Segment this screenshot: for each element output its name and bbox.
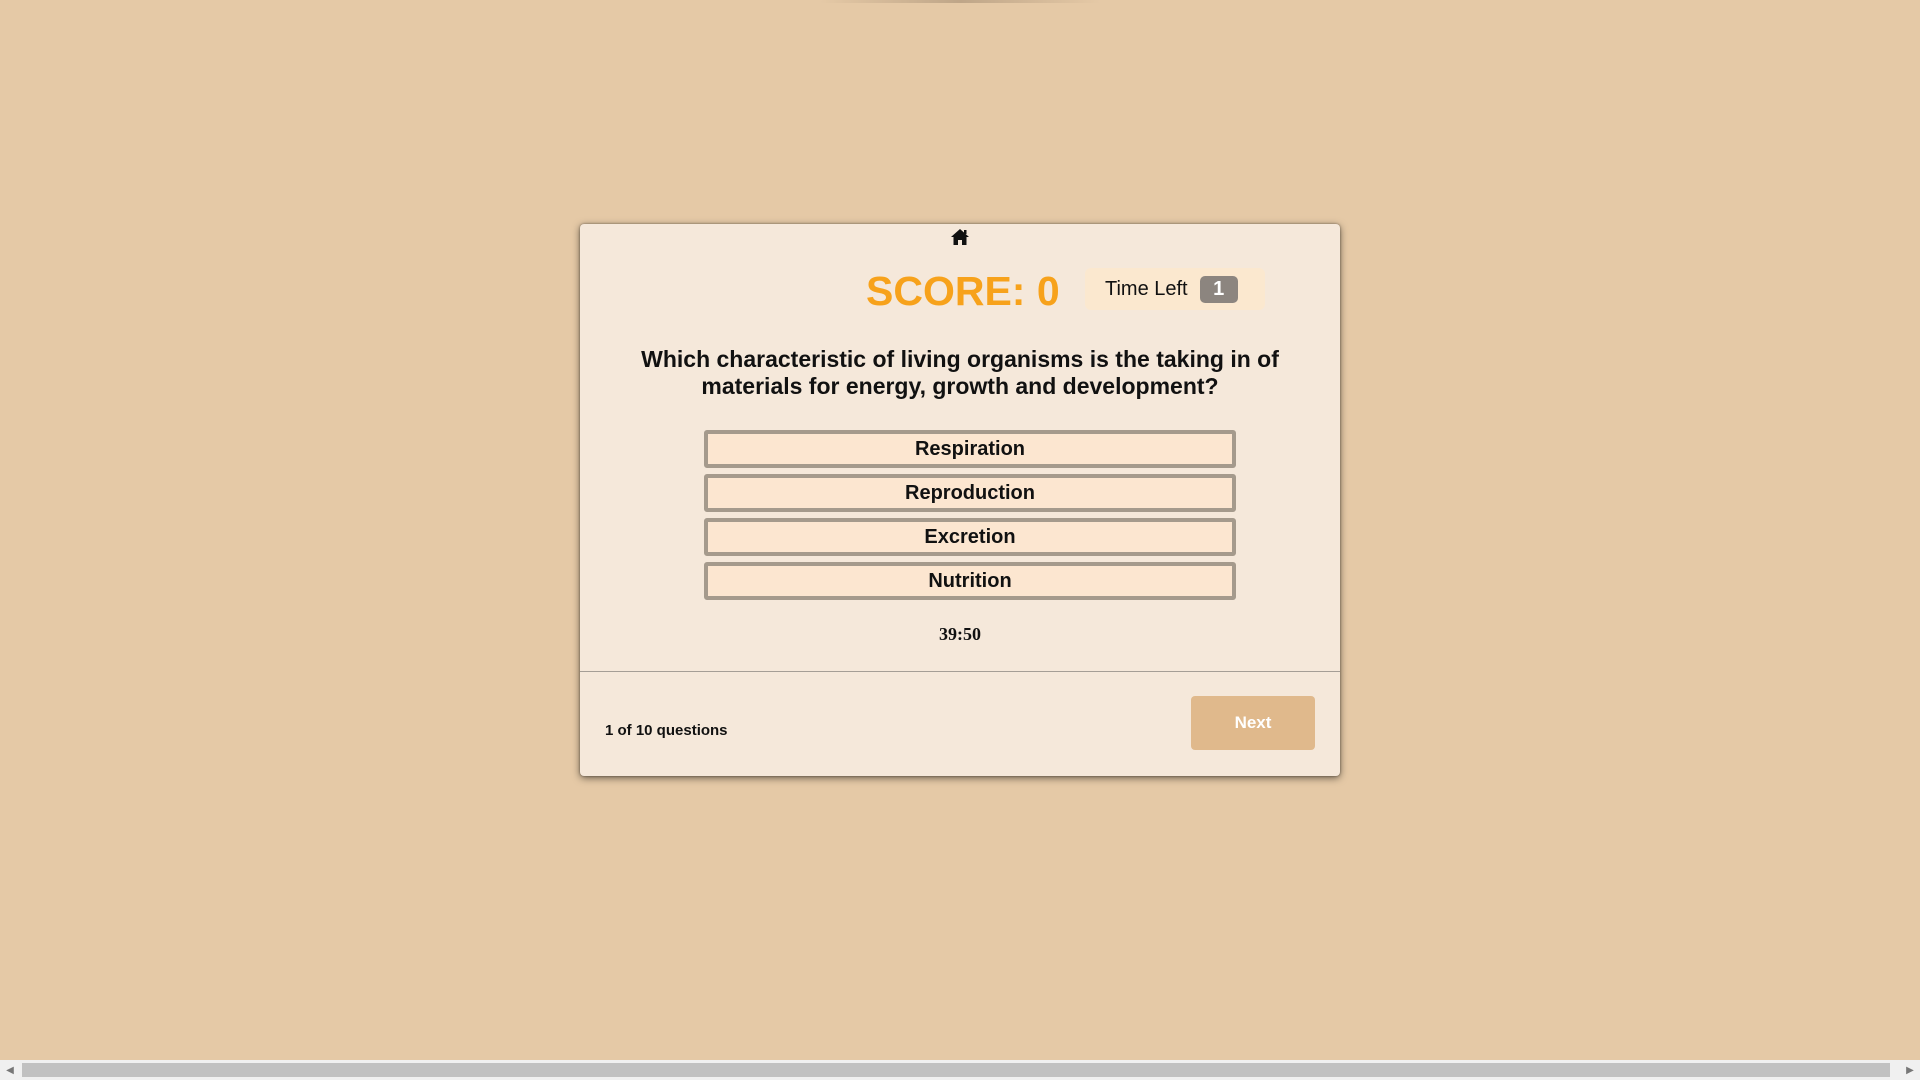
- home-icon[interactable]: [950, 228, 970, 246]
- chevron-right-icon[interactable]: ▶: [1900, 1060, 1920, 1080]
- answer-option[interactable]: Nutrition: [704, 562, 1236, 600]
- score-display: SCORE: 0: [866, 268, 1060, 314]
- answer-option[interactable]: Respiration: [704, 430, 1236, 468]
- time-left-badge: 1: [1199, 275, 1238, 303]
- time-left-label: Time Left: [1105, 277, 1188, 300]
- horizontal-scrollbar[interactable]: ◀ ▶: [0, 1060, 1920, 1080]
- countdown-timer: 39:50: [939, 624, 981, 644]
- top-edge-shadow: [820, 0, 1100, 3]
- card-divider: [580, 671, 1340, 672]
- answer-list: Respiration Reproduction Excretion Nutri…: [704, 430, 1236, 606]
- quiz-card: SCORE: 0 Time Left 1 Which characteristi…: [580, 224, 1340, 776]
- answer-option[interactable]: Reproduction: [704, 474, 1236, 512]
- scrollbar-thumb[interactable]: [22, 1063, 1890, 1077]
- next-button[interactable]: Next: [1191, 696, 1315, 750]
- answer-option[interactable]: Excretion: [704, 518, 1236, 556]
- question-text: Which characteristic of living organisms…: [641, 346, 1279, 399]
- question-progress: 1 of 10 questions: [605, 722, 728, 739]
- chevron-left-icon[interactable]: ◀: [0, 1060, 20, 1080]
- time-left-indicator: Time Left 1: [1085, 268, 1265, 310]
